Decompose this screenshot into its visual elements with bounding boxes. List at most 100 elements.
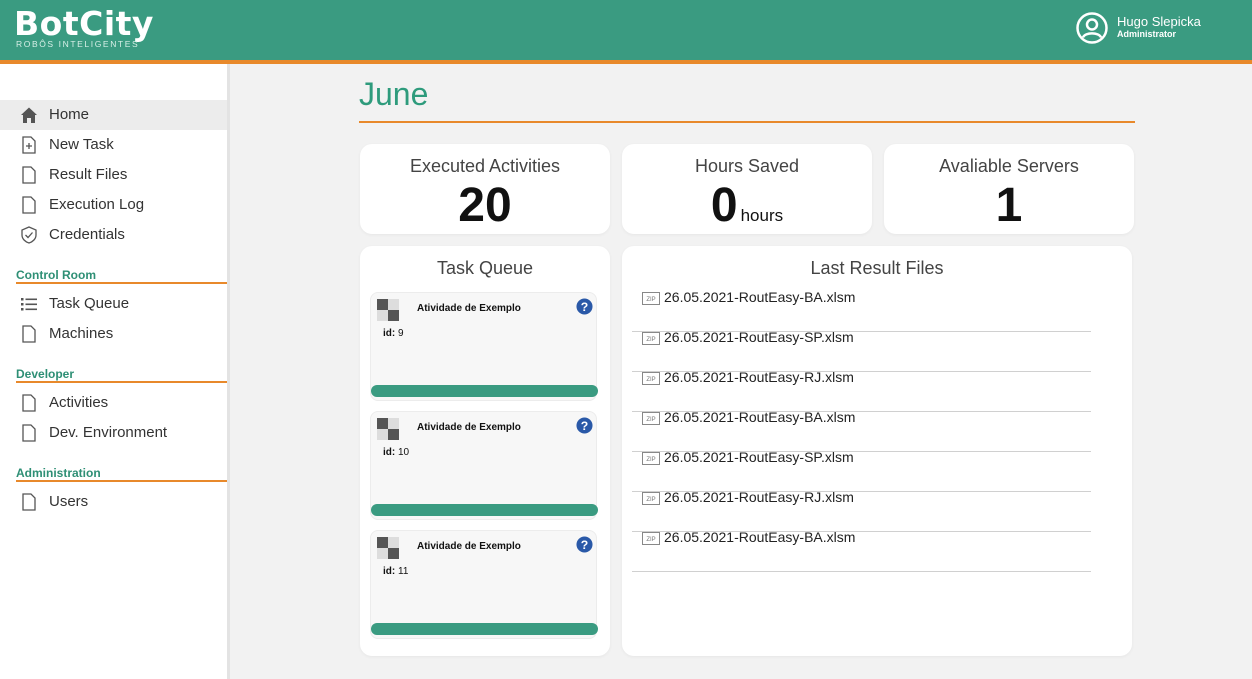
task-progress-bar (371, 385, 598, 397)
sidebar-item-label: Task Queue (49, 295, 130, 312)
file-row[interactable]: ZIP 26.05.2021-RoutEasy-BA.xlsm (632, 529, 1091, 572)
svg-text:?: ? (581, 538, 589, 552)
file-name: 26.05.2021-RoutEasy-RJ.xlsm (664, 369, 854, 385)
sidebar-item-machines[interactable]: Machines (0, 319, 227, 349)
sidebar-item-execution-log[interactable]: Execution Log (0, 190, 227, 220)
file-row[interactable]: ZIP 26.05.2021-RoutEasy-RJ.xlsm (632, 489, 1091, 532)
zip-file-icon: ZIP (642, 412, 660, 425)
file-name: 26.05.2021-RoutEasy-BA.xlsm (664, 409, 856, 425)
svg-text:ZIP: ZIP (646, 497, 655, 503)
logo-text: BotCity (14, 4, 154, 43)
botcity-logo[interactable]: BotCity ROBÔS INTELIGENTES (14, 4, 174, 50)
file-icon (22, 394, 36, 412)
task-id: id: 9 (383, 328, 404, 339)
top-header: BotCity ROBÔS INTELIGENTES Hugo Slepicka… (0, 0, 1252, 60)
task-name: Atividade de Exemplo (417, 541, 521, 552)
task-id: id: 11 (383, 566, 408, 577)
svg-text:ZIP: ZIP (646, 457, 655, 463)
panel-title: Task Queue (436, 258, 534, 278)
stat-value: 1 (995, 179, 1023, 232)
file-row[interactable]: ZIP 26.05.2021-RoutEasy-BA.xlsm (632, 409, 1091, 452)
task-progress-bar (371, 623, 598, 635)
svg-text:ZIP: ZIP (646, 377, 655, 383)
stat-title: Executed Activities (409, 156, 561, 176)
task-progress-bar (371, 504, 598, 516)
zip-file-icon: ZIP (642, 532, 660, 545)
sidebar-item-label: Execution Log (49, 196, 145, 213)
file-icon (22, 325, 36, 343)
user-name: Hugo Slepicka (1117, 14, 1201, 29)
stat-value: 0 (710, 179, 738, 232)
section-title-developer: Developer (16, 367, 75, 381)
task-queue-panel: Task Queue Atividade de Exemplo ? id: 9 … (360, 246, 610, 656)
task-card[interactable]: Atividade de Exemplo ? id: 10 (370, 411, 598, 520)
sidebar-item-label: Result Files (49, 166, 128, 183)
logo-tagline: ROBÔS INTELIGENTES (16, 39, 140, 49)
file-row[interactable]: ZIP 26.05.2021-RoutEasy-SP.xlsm (632, 449, 1091, 492)
svg-text:ZIP: ZIP (646, 537, 655, 543)
sidebar-item-result-files[interactable]: Result Files (0, 160, 227, 190)
user-avatar-icon (1076, 12, 1108, 44)
zip-file-icon: ZIP (642, 492, 660, 505)
section-divider (16, 381, 227, 383)
sidebar-item-label: Home (49, 106, 90, 123)
panel-title: Last Result Files (810, 258, 944, 278)
file-name: 26.05.2021-RoutEasy-SP.xlsm (664, 449, 854, 465)
user-role: Administrator (1117, 29, 1177, 39)
task-id-label: id: (383, 566, 396, 577)
section-title-administration: Administration (16, 466, 101, 480)
task-name: Atividade de Exemplo (417, 422, 521, 433)
result-files-panel: Last Result Files ZIP 26.05.2021-RoutEas… (622, 246, 1132, 656)
sidebar-item-home[interactable]: Home (0, 100, 227, 130)
sidebar-item-new-task[interactable]: New Task (0, 130, 227, 160)
file-row[interactable]: ZIP 26.05.2021-RoutEasy-RJ.xlsm (632, 369, 1091, 412)
sidebar-item-credentials[interactable]: Credentials (0, 220, 227, 250)
svg-text:?: ? (581, 300, 589, 314)
file-icon (22, 166, 36, 184)
svg-text:ZIP: ZIP (646, 297, 655, 303)
section-title-control-room: Control Room (16, 268, 96, 282)
stat-title: Hours Saved (694, 156, 800, 176)
sidebar-item-users[interactable]: Users (0, 487, 227, 517)
task-card[interactable]: Atividade de Exemplo ? id: 9 (370, 292, 598, 401)
task-id-value: 9 (398, 328, 404, 339)
help-icon[interactable]: ? (576, 536, 593, 553)
stat-value: 20 (458, 179, 512, 232)
section-divider (16, 480, 227, 482)
zip-file-icon: ZIP (642, 452, 660, 465)
help-icon[interactable]: ? (576, 298, 593, 315)
page-title: June (359, 76, 429, 112)
sidebar-item-activities[interactable]: Activities (0, 388, 227, 418)
svg-text:?: ? (581, 419, 589, 433)
task-card[interactable]: Atividade de Exemplo ? id: 11 (370, 530, 598, 639)
stat-card-hours-saved: Hours Saved 0 hours (622, 144, 872, 234)
svg-text:ZIP: ZIP (646, 337, 655, 343)
task-name: Atividade de Exemplo (417, 303, 521, 314)
zip-file-icon: ZIP (642, 372, 660, 385)
task-id: id: 10 (383, 447, 409, 458)
sidebar-item-dev-environment[interactable]: Dev. Environment (0, 418, 227, 448)
file-name: 26.05.2021-RoutEasy-SP.xlsm (664, 329, 854, 345)
title-divider (359, 121, 1135, 123)
task-id-label: id: (383, 447, 396, 458)
help-icon[interactable]: ? (576, 417, 593, 434)
sidebar-item-label: Dev. Environment (49, 424, 168, 441)
file-name: 26.05.2021-RoutEasy-RJ.xlsm (664, 489, 854, 505)
file-icon (22, 424, 36, 442)
sidebar-item-label: Activities (49, 394, 109, 411)
sidebar-item-label: Users (49, 493, 89, 510)
stat-unit: hours (740, 206, 784, 225)
task-icon (377, 418, 399, 440)
home-icon (21, 107, 37, 123)
zip-file-icon: ZIP (642, 332, 660, 345)
file-name: 26.05.2021-RoutEasy-BA.xlsm (664, 529, 856, 545)
file-icon (22, 196, 36, 214)
file-row[interactable]: ZIP 26.05.2021-RoutEasy-SP.xlsm (632, 329, 1091, 372)
shield-check-icon (21, 226, 37, 244)
task-id-value: 10 (398, 447, 410, 458)
sidebar-item-label: Credentials (49, 226, 125, 243)
task-id-value: 11 (398, 566, 409, 577)
sidebar-item-task-queue[interactable]: Task Queue (0, 289, 227, 319)
file-row[interactable]: ZIP 26.05.2021-RoutEasy-BA.xlsm (632, 289, 1091, 332)
stat-title: Avaliable Servers (939, 156, 1079, 176)
